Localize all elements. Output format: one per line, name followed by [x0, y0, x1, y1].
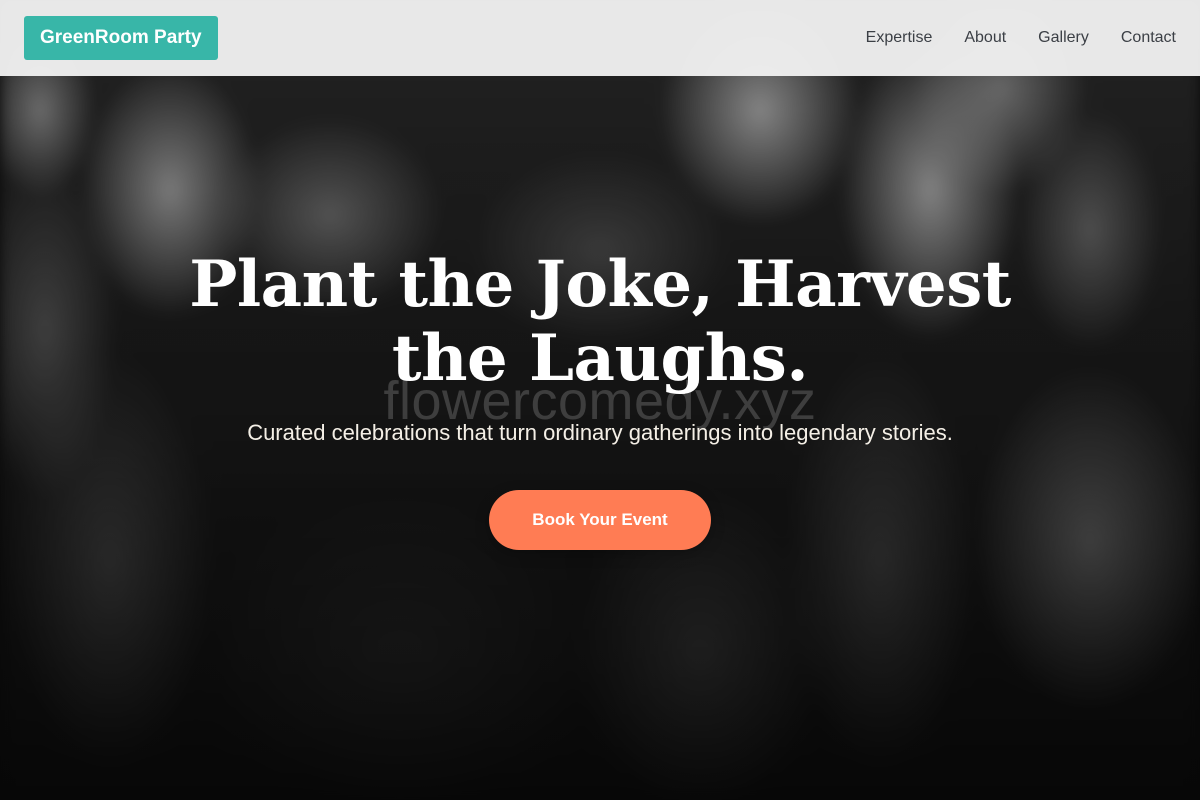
- hero-content: Plant the Joke, Harvest the Laughs.: [0, 248, 1200, 396]
- nav-link-expertise[interactable]: Expertise: [866, 29, 933, 47]
- hero-subtitle: Curated celebrations that turn ordinary …: [247, 420, 953, 445]
- brand-logo[interactable]: GreenRoom Party: [24, 16, 218, 60]
- hero-title: Plant the Joke, Harvest the Laughs.: [189, 247, 1011, 396]
- main-nav: Expertise About Gallery Contact: [866, 29, 1176, 47]
- nav-link-contact[interactable]: Contact: [1121, 29, 1176, 47]
- nav-link-gallery[interactable]: Gallery: [1038, 29, 1089, 47]
- book-event-button[interactable]: Book Your Event: [489, 490, 711, 550]
- site-header: GreenRoom Party Expertise About Gallery …: [0, 0, 1200, 76]
- nav-link-about[interactable]: About: [964, 29, 1006, 47]
